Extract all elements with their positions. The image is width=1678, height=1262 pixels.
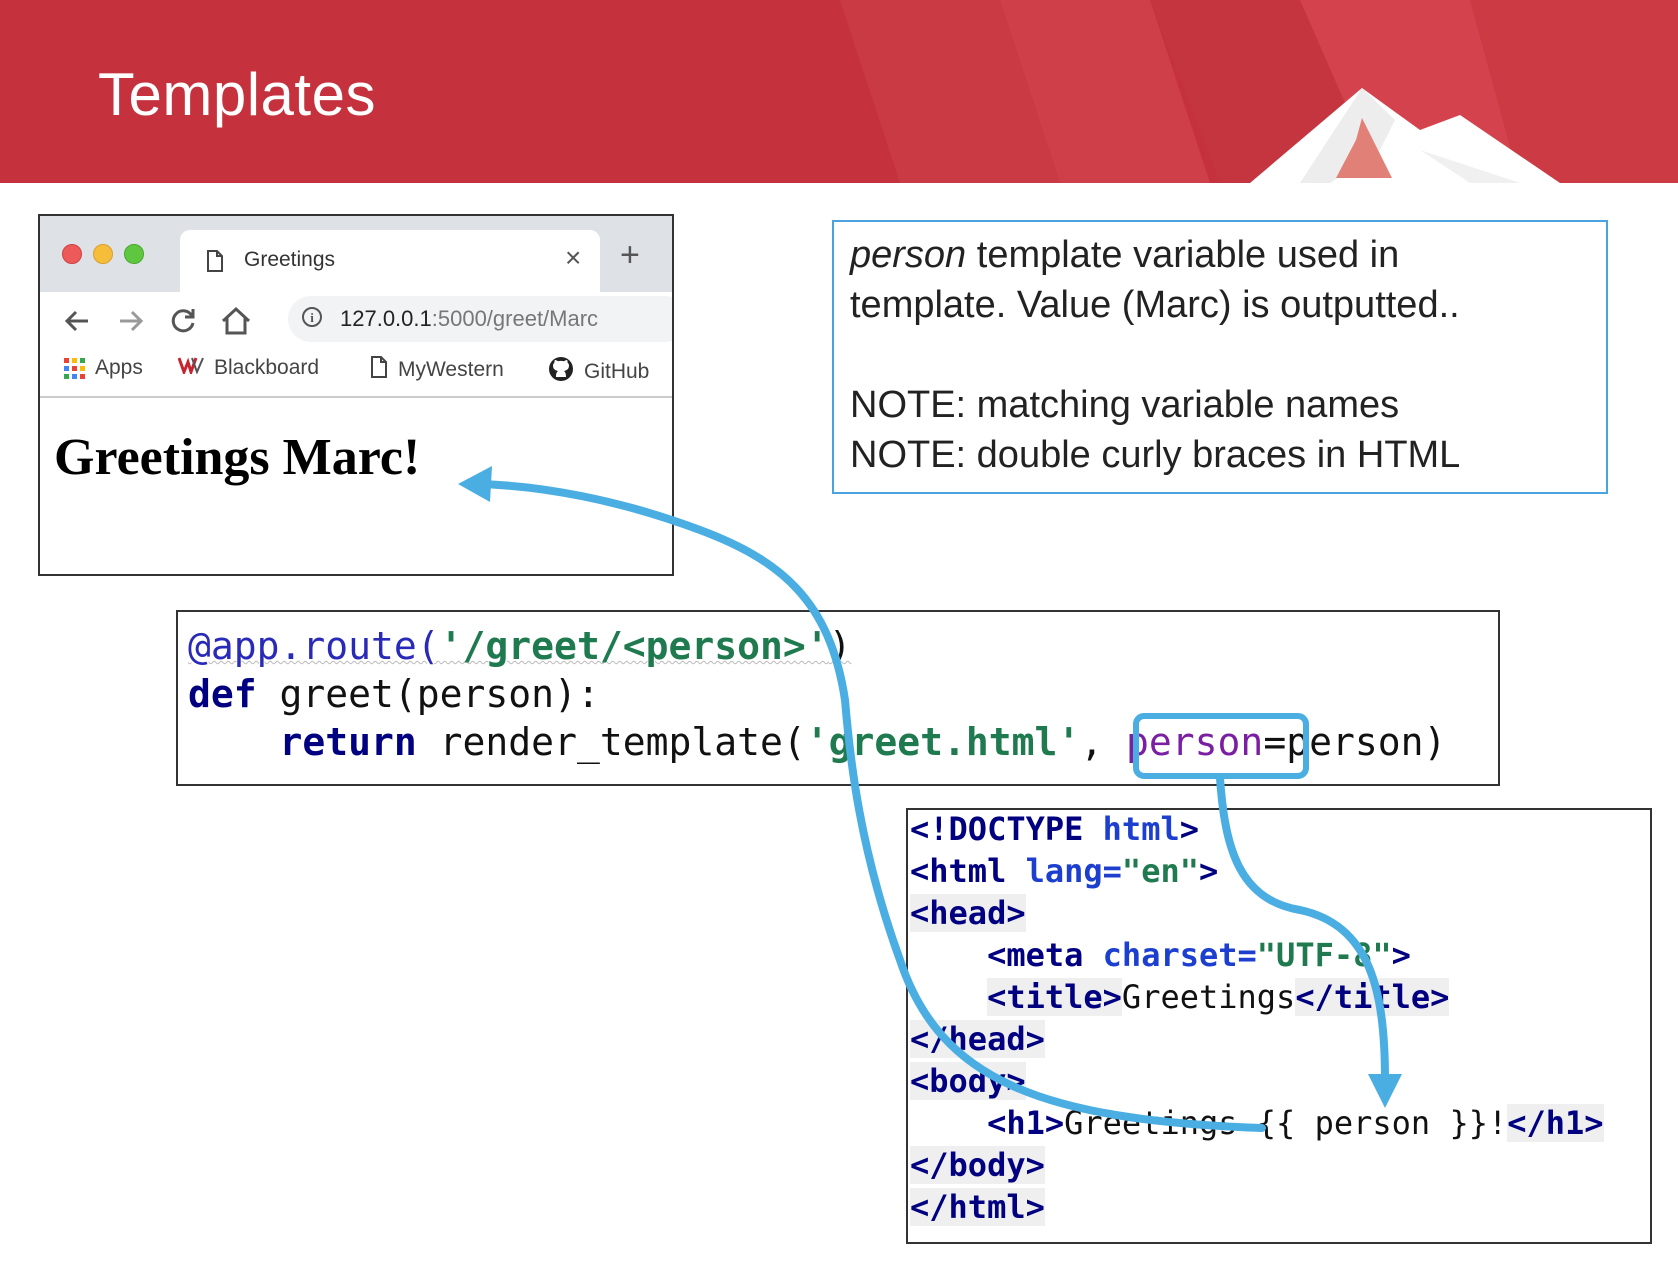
close-window-button[interactable]	[62, 244, 82, 264]
minimize-window-button[interactable]	[93, 244, 113, 264]
explanation-note: person template variable used in templat…	[832, 220, 1608, 494]
home-icon[interactable]	[220, 300, 252, 344]
bookmark-label: MyWestern	[398, 358, 504, 381]
bookmark-mywestern[interactable]: MyWestern	[370, 356, 504, 384]
html-template-snippet: <!DOCTYPE html> <html lang="en"> <head> …	[906, 808, 1652, 1244]
page-icon	[206, 250, 224, 277]
html-line: <html lang="en">	[910, 852, 1219, 890]
navigation-bar: i 127.0.0.1:5000/greet/Marc	[40, 292, 672, 348]
html-line: <title>Greetings</title>	[987, 978, 1450, 1016]
html-line: </head>	[910, 1020, 1045, 1058]
url-text[interactable]: 127.0.0.1:5000/greet/Marc	[340, 306, 598, 332]
code-line-return: return render_template('greet.html', per…	[279, 720, 1447, 764]
browser-window: Greetings × + i 127.0.0.1:5000/greet/Mar…	[38, 214, 674, 576]
html-line-h1: <h1>Greetings {{ person }}!</h1>	[987, 1104, 1604, 1142]
html-line: <body>	[910, 1062, 1026, 1100]
template-expression: Greetings {{ person }}!	[1064, 1104, 1508, 1142]
note-line-1: person template variable used in	[850, 234, 1400, 276]
bookmark-label: Blackboard	[214, 356, 320, 379]
html-line: <meta charset="UTF-8">	[987, 936, 1411, 974]
html-line: </body>	[910, 1146, 1045, 1184]
bookmarks-bar: Apps Blackboard MyWestern GitHub	[40, 348, 672, 398]
bookmark-apps[interactable]: Apps	[64, 356, 143, 380]
apps-grid-icon	[64, 357, 85, 379]
code-line-def: def greet(person):	[188, 672, 600, 716]
address-bar[interactable]: i 127.0.0.1:5000/greet/Marc	[288, 296, 672, 342]
python-code-snippet: @app.route('/greet/<person>') def greet(…	[176, 610, 1500, 786]
code-line-route: @app.route('/greet/<person>')	[188, 624, 852, 668]
blackboard-icon	[177, 356, 204, 380]
note-line-4: NOTE: double curly braces in HTML	[850, 434, 1461, 476]
new-tab-button[interactable]: +	[620, 236, 640, 275]
note-line-2: template. Value (Marc) is outputted..	[850, 284, 1460, 326]
keyword-argument-person: person	[1126, 720, 1264, 764]
note-variable-name: person	[850, 234, 967, 276]
forward-arrow-icon[interactable]	[116, 300, 146, 344]
maximize-window-button[interactable]	[124, 244, 144, 264]
header-banner: Templates	[0, 0, 1678, 183]
html-line: </html>	[910, 1188, 1045, 1226]
window-controls	[62, 244, 144, 264]
bookmark-label: Apps	[95, 356, 143, 379]
page-heading: Greetings Marc!	[54, 429, 421, 486]
note-line-3: NOTE: matching variable names	[850, 384, 1400, 426]
bookmark-github[interactable]: GitHub	[548, 356, 649, 388]
back-arrow-icon[interactable]	[62, 300, 92, 344]
reload-icon[interactable]	[168, 300, 198, 344]
tab-label: Greetings	[244, 248, 336, 271]
tab-greetings[interactable]: Greetings ×	[180, 230, 600, 292]
page-content: Greetings Marc!	[40, 398, 672, 574]
html-line: <head>	[910, 894, 1026, 932]
bookmark-blackboard[interactable]: Blackboard	[177, 356, 320, 380]
html-line: <!DOCTYPE html>	[910, 810, 1199, 848]
slide-title: Templates	[98, 61, 376, 128]
page-icon	[370, 356, 388, 384]
info-icon[interactable]: i	[302, 307, 322, 327]
bookmark-label: GitHub	[584, 360, 650, 383]
tab-close-icon[interactable]: ×	[565, 242, 581, 274]
tab-bar: Greetings × +	[40, 216, 672, 292]
github-icon	[548, 356, 574, 388]
